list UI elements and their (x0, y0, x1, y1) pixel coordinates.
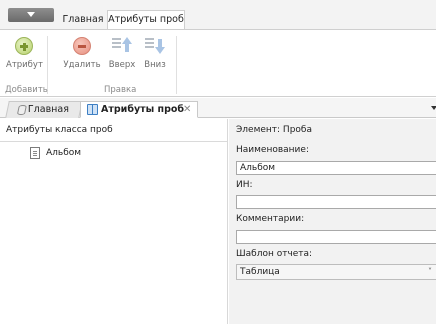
attributes-list-panel: Атрибуты класса проб Альбом (0, 119, 228, 324)
application-menu-button[interactable] (8, 8, 54, 22)
move-up-button[interactable]: Вверх (107, 30, 137, 70)
ribbon-body: Атрибут Удалить Вверх Вниз Добавить Прав… (0, 29, 436, 97)
report-template-select[interactable]: Таблица ˅ (236, 264, 436, 280)
chevron-down-icon: ˅ (428, 267, 432, 276)
group-label-add: Добавить (5, 85, 48, 95)
chevron-down-icon (27, 12, 35, 17)
add-icon (15, 37, 33, 55)
element-title: Элемент: Проба (229, 119, 436, 142)
database-icon (16, 105, 27, 115)
doc-tab-home[interactable]: Главная (5, 101, 83, 118)
id-label: ИН: (236, 180, 253, 190)
list-item[interactable]: Альбом (30, 147, 81, 159)
add-attribute-button[interactable]: Атрибут (6, 30, 43, 70)
document-icon (30, 147, 40, 159)
move-up-icon (111, 35, 133, 57)
doc-tab-attributes-label: Атрибуты проб (101, 104, 185, 115)
name-field[interactable]: Альбом (236, 161, 436, 175)
document-tab-strip: Главная Атрибуты проб ✕ (0, 98, 436, 118)
add-attribute-label: Атрибут (6, 60, 43, 70)
ribbon-tab-home[interactable]: Главная (58, 11, 108, 29)
name-label: Наименование: (236, 145, 309, 155)
report-template-label: Шаблон отчета: (236, 249, 313, 259)
delete-button[interactable]: Удалить (62, 30, 102, 70)
delete-label: Удалить (63, 60, 101, 70)
id-field[interactable] (236, 195, 436, 209)
close-icon[interactable]: ✕ (183, 102, 191, 118)
remove-icon (73, 37, 91, 55)
ribbon-tab-sample-attributes[interactable]: Атрибуты проб (107, 10, 185, 30)
report-template-value: Таблица (240, 267, 280, 277)
ribbon-tab-strip: Главная Атрибуты проб (0, 0, 436, 30)
doc-tab-sample-attributes[interactable]: Атрибуты проб ✕ (80, 101, 198, 118)
attributes-panel-title: Атрибуты класса проб (0, 119, 227, 142)
comment-label: Комментарии: (236, 214, 305, 224)
move-up-label: Вверх (108, 60, 136, 70)
book-icon (87, 104, 98, 115)
doc-tab-home-label: Главная (27, 104, 69, 115)
tab-list-dropdown-icon[interactable] (431, 106, 436, 110)
group-divider (176, 36, 177, 94)
list-item-label: Альбом (46, 148, 82, 158)
move-down-button[interactable]: Вниз (140, 30, 170, 70)
move-down-icon (144, 35, 166, 57)
move-down-label: Вниз (144, 60, 166, 70)
group-label-edit: Правка (104, 85, 137, 95)
comment-field[interactable] (236, 230, 436, 244)
element-properties-panel: Элемент: Проба Наименование: Альбом ИН: … (229, 119, 436, 324)
